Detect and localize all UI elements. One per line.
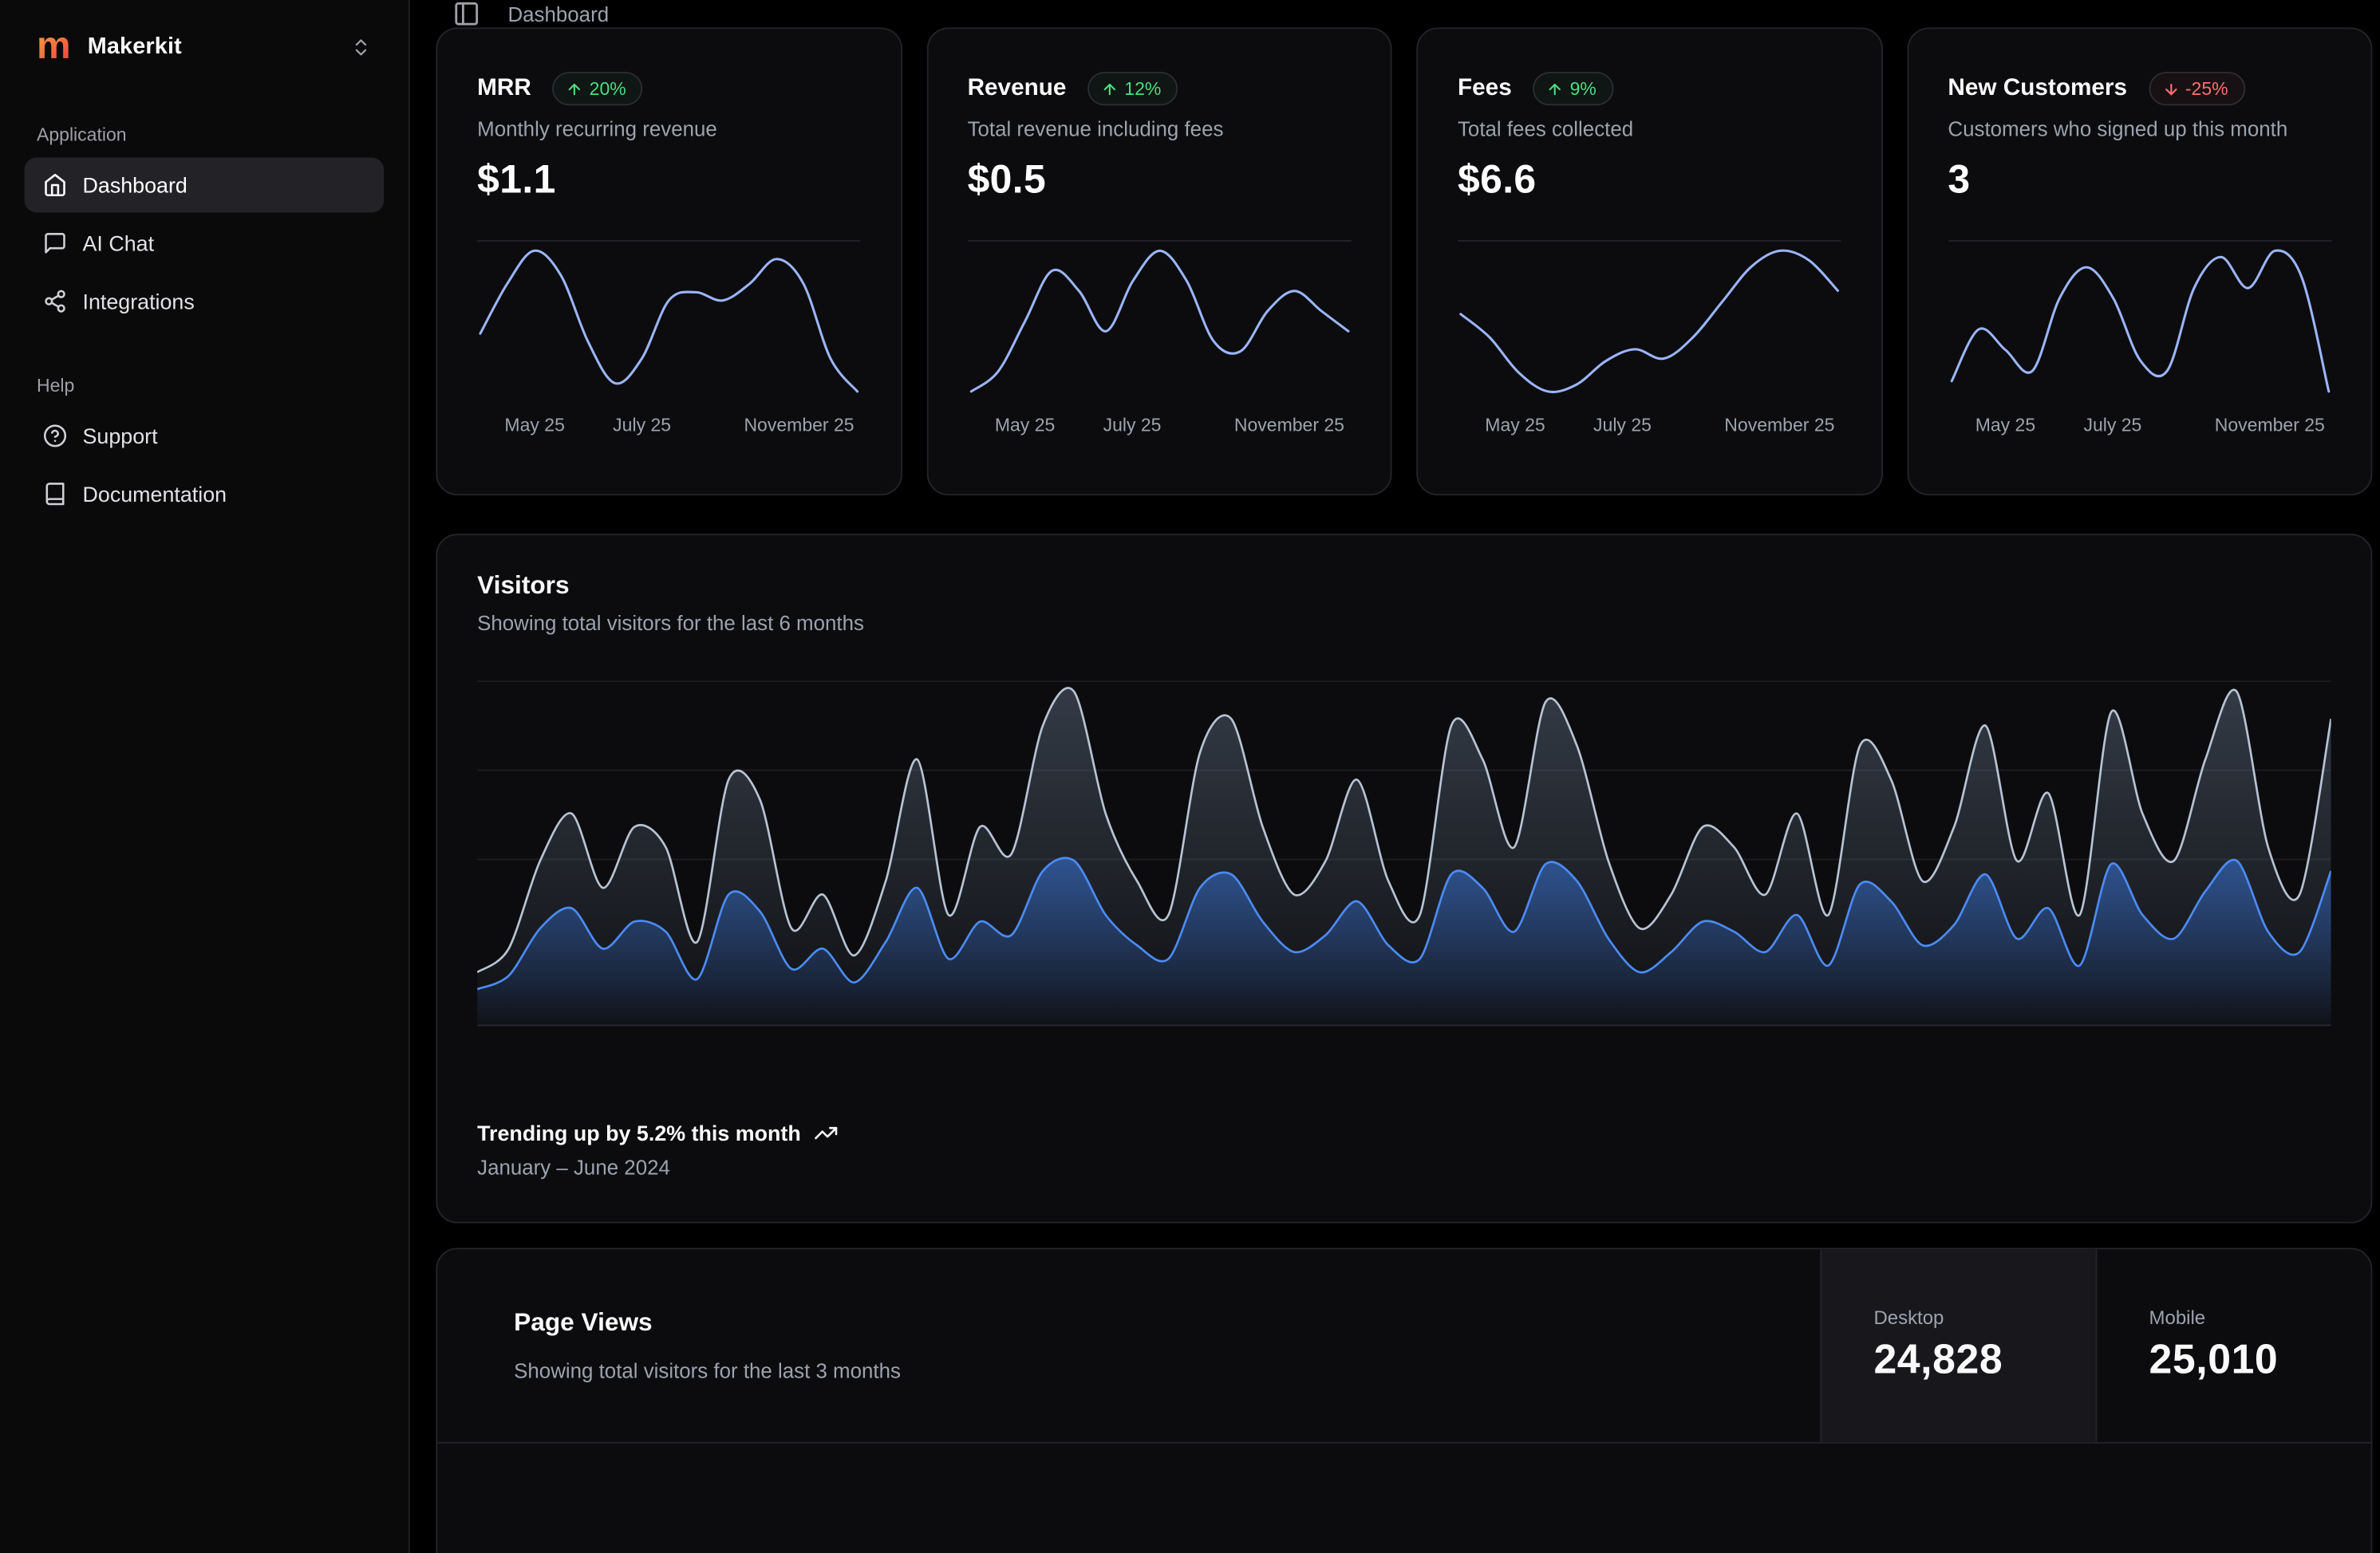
visitors-period: January – June 2024 (477, 1156, 2331, 1179)
panel-left-icon (452, 0, 480, 28)
chat-icon (43, 231, 68, 255)
spark-axis: May 25July 25November 25 (968, 415, 1351, 439)
brand-name: Makerkit (88, 34, 182, 60)
section-label-help: Help (25, 375, 385, 396)
stat-subtitle: Total fees collected (1458, 118, 1841, 141)
change-badge: -25% (2149, 72, 2245, 105)
sidebar-item-dashboard[interactable]: Dashboard (25, 157, 385, 212)
sidebar-item-integrations[interactable]: Integrations (25, 274, 385, 329)
help-circle-icon (43, 424, 68, 448)
visitors-area-chart (477, 680, 2331, 1026)
workspace-switcher[interactable]: m Makerkit (25, 22, 385, 72)
makerkit-logo: m (37, 28, 71, 66)
arrow-up-icon (1547, 81, 1564, 97)
revenue-sparkline-chart (968, 240, 1351, 402)
stat-card-new-customers: New Customers -25% Customers who signed … (1907, 28, 2373, 496)
app-root: m Makerkit Application Dashboard AI Chat… (0, 0, 2380, 1553)
trend-row: Trending up by 5.2% this month (477, 1121, 2331, 1145)
page-views-card: Page Views Showing total visitors for th… (436, 1248, 2372, 1553)
sidebar: m Makerkit Application Dashboard AI Chat… (0, 0, 410, 1553)
chevrons-up-down-icon (350, 36, 372, 57)
sidebar-item-label: Dashboard (83, 173, 187, 198)
stat-subtitle: Monthly recurring revenue (477, 118, 860, 141)
main-area: Dashboard MRR 20% Monthly recurring reve… (410, 0, 2380, 1553)
change-badge: 20% (553, 72, 643, 105)
share-icon (43, 289, 68, 313)
stat-title: MRR (477, 75, 531, 103)
top-bar: Dashboard (410, 0, 2380, 28)
sidebar-item-label: Support (83, 424, 158, 448)
spark-axis: May 25July 25November 25 (1948, 415, 2331, 439)
sidebar-item-documentation[interactable]: Documentation (25, 467, 385, 522)
desktop-stat-toggle[interactable]: Desktop 24,828 (1820, 1249, 2095, 1442)
desktop-stat-label: Desktop (1873, 1307, 2095, 1329)
visitors-subtitle: Showing total visitors for the last 6 mo… (477, 612, 2331, 635)
stat-subtitle: Customers who signed up this month (1948, 118, 2331, 141)
stat-subtitle: Total revenue including fees (968, 118, 1351, 141)
mobile-stat-value: 25,010 (2149, 1337, 2371, 1384)
sidebar-item-support[interactable]: Support (25, 408, 385, 463)
stat-value: $0.5 (968, 156, 1351, 203)
visitors-card: Visitors Showing total visitors for the … (436, 534, 2372, 1224)
stat-title: New Customers (1948, 75, 2127, 103)
stat-card-revenue: Revenue 12% Total revenue including fees… (926, 28, 1392, 496)
arrow-down-icon (2162, 81, 2179, 97)
change-badge: 9% (1533, 72, 1613, 105)
page-views-toggles: Desktop 24,828 Mobile 25,010 (1820, 1249, 2370, 1442)
arrow-up-icon (566, 81, 583, 97)
spark-axis: May 25July 25November 25 (1458, 415, 1841, 439)
sidebar-item-label: AI Chat (83, 231, 155, 255)
page-views-header: Page Views Showing total visitors for th… (437, 1249, 2370, 1443)
stat-title: Fees (1458, 75, 1512, 103)
trend-text: Trending up by 5.2% this month (477, 1121, 801, 1145)
mobile-stat-toggle[interactable]: Mobile 25,010 (2095, 1249, 2370, 1442)
spark-axis: May 25July 25November 25 (477, 415, 860, 439)
sidebar-item-label: Integrations (83, 289, 195, 313)
page-views-subtitle: Showing total visitors for the last 3 mo… (514, 1359, 901, 1382)
stat-title: Revenue (968, 75, 1067, 103)
fees-sparkline-chart (1458, 240, 1841, 402)
arrow-up-icon (1102, 81, 1119, 97)
stat-card-mrr: MRR 20% Monthly recurring revenue $1.1 M… (436, 28, 902, 496)
page-views-title: Page Views (514, 1309, 901, 1338)
sidebar-item-ai-chat[interactable]: AI Chat (25, 215, 385, 270)
home-icon (43, 173, 68, 198)
sidebar-item-label: Documentation (83, 482, 227, 506)
stat-card-fees: Fees 9% Total fees collected $6.6 May 25… (1416, 28, 1882, 496)
customers-sparkline-chart (1948, 240, 2331, 402)
sidebar-toggle-button[interactable] (452, 0, 480, 28)
stat-value: 3 (1948, 156, 2331, 203)
desktop-stat-value: 24,828 (1873, 1337, 2095, 1384)
breadcrumb: Dashboard (507, 2, 609, 26)
trending-up-icon (813, 1121, 838, 1145)
visitors-title: Visitors (477, 572, 2331, 601)
stat-value: $1.1 (477, 156, 860, 203)
stat-value: $6.6 (1458, 156, 1841, 203)
stat-cards-row: MRR 20% Monthly recurring revenue $1.1 M… (436, 28, 2372, 496)
mobile-stat-label: Mobile (2149, 1307, 2371, 1329)
section-label-application: Application (25, 124, 385, 145)
book-icon (43, 482, 68, 506)
mrr-sparkline-chart (477, 240, 860, 402)
content: MRR 20% Monthly recurring revenue $1.1 M… (410, 28, 2380, 1553)
change-badge: 12% (1087, 72, 1178, 105)
